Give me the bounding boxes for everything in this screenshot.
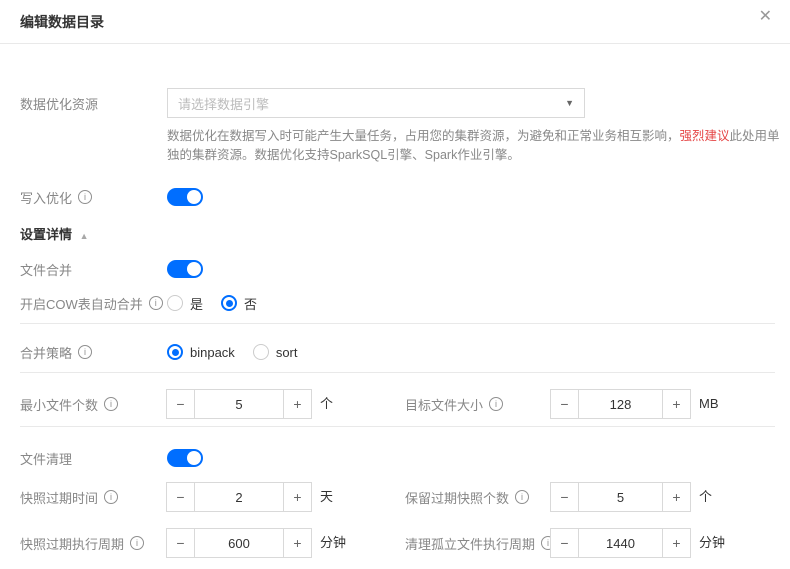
snapshot-keep-input[interactable]	[579, 483, 662, 511]
help-highlight: 强烈建议	[679, 129, 730, 143]
write-optimize-row: 写入优化 i	[20, 188, 770, 206]
orphan-cycle-unit: 分钟	[699, 535, 726, 550]
min-files-input[interactable]	[195, 390, 283, 418]
engine-select[interactable]: 请选择数据引擎 ▼	[167, 88, 585, 118]
min-files-label: 最小文件个数 i	[20, 389, 119, 419]
snapshot-keep-stepper: − +	[550, 482, 691, 512]
snapshot-keep-unit: 个	[699, 489, 713, 504]
dialog-title: 编辑数据目录	[20, 14, 104, 30]
snapshot-expire-input[interactable]	[195, 483, 283, 511]
target-size-label: 目标文件大小 i	[405, 389, 504, 419]
resource-row: 数据优化资源 请选择数据引擎 ▼	[20, 88, 770, 118]
write-optimize-toggle[interactable]	[167, 188, 203, 206]
cow-merge-radio-group: 是 否	[167, 294, 275, 313]
info-icon[interactable]: i	[515, 490, 530, 504]
info-icon[interactable]: i	[78, 345, 93, 359]
cow-option-no[interactable]: 否	[221, 294, 257, 313]
header-divider	[0, 43, 790, 44]
snapshot-cycle-input[interactable]	[195, 529, 283, 557]
info-icon[interactable]: i	[489, 397, 504, 411]
merge-strategy-radio-group: binpack sort	[167, 344, 315, 360]
help-pre: 数据优化在数据写入时可能产生大量任务，占用您的集群资源，为避免和正常业务相互影响…	[167, 129, 680, 143]
orphan-cycle-stepper: − +	[550, 528, 691, 558]
radio-icon	[221, 295, 238, 311]
write-optimize-label: 写入优化 i	[20, 188, 167, 207]
decrement-button[interactable]: −	[167, 529, 195, 557]
decrement-button[interactable]: −	[551, 483, 579, 511]
close-icon[interactable]: ✕	[759, 9, 772, 25]
min-files-stepper: − +	[166, 389, 312, 419]
resource-help-text: 数据优化在数据写入时可能产生大量任务，占用您的集群资源，为避免和正常业务相互影响…	[167, 127, 789, 165]
target-size-input[interactable]	[579, 390, 662, 418]
settings-detail-header[interactable]: 设置详情 ▲	[20, 224, 89, 243]
snapshot-cycle-stepper: − +	[166, 528, 312, 558]
cow-merge-label: 开启COW表自动合并 i	[20, 294, 167, 313]
increment-button[interactable]: +	[283, 483, 311, 511]
merge-strategy-label: 合并策略 i	[20, 343, 167, 362]
cow-option-yes[interactable]: 是	[167, 294, 203, 313]
cow-merge-row: 开启COW表自动合并 i 是 否	[20, 294, 770, 312]
snapshot-expire-label: 快照过期时间 i	[20, 482, 119, 512]
snapshot-cycle-label: 快照过期执行周期 i	[20, 528, 145, 558]
snapshot-expire-row: 快照过期时间 i − + 天 保留过期快照个数 i − + 个	[0, 482, 790, 512]
info-icon[interactable]: i	[130, 536, 145, 550]
orphan-cycle-input[interactable]	[579, 529, 662, 557]
decrement-button[interactable]: −	[551, 529, 579, 557]
min-files-unit: 个	[320, 396, 334, 411]
file-merge-label: 文件合并	[20, 262, 73, 278]
divider	[20, 323, 775, 324]
orphan-cycle-label: 清理孤立文件执行周期 i	[405, 528, 556, 558]
collapse-icon: ▲	[79, 231, 89, 241]
merge-strategy-row: 合并策略 i binpack sort	[20, 343, 770, 361]
engine-select-placeholder: 请选择数据引擎	[178, 96, 270, 112]
info-icon[interactable]: i	[104, 490, 119, 504]
target-size-stepper: − +	[550, 389, 691, 419]
min-files-target-size-row: 最小文件个数 i − + 个 目标文件大小 i − + MB	[0, 389, 790, 419]
resource-label: 数据优化资源	[20, 96, 99, 112]
edit-data-catalog-dialog: 编辑数据目录 ✕ 数据优化资源 请选择数据引擎 ▼ 数据优化在数据写入时可能产生…	[0, 0, 790, 569]
snapshot-expire-stepper: − +	[166, 482, 312, 512]
snapshot-expire-unit: 天	[320, 489, 334, 504]
strategy-option-sort[interactable]: sort	[252, 344, 297, 360]
cycle-row: 快照过期执行周期 i − + 分钟 清理孤立文件执行周期 i − + 分钟	[0, 528, 790, 558]
dropdown-arrow-icon: ▼	[565, 98, 574, 108]
divider	[20, 372, 775, 373]
decrement-button[interactable]: −	[167, 483, 195, 511]
radio-icon	[252, 344, 269, 360]
file-clean-toggle[interactable]	[167, 449, 203, 467]
snapshot-cycle-unit: 分钟	[320, 535, 347, 550]
info-icon[interactable]: i	[148, 296, 163, 310]
increment-button[interactable]: +	[662, 529, 690, 557]
file-clean-label: 文件清理	[20, 451, 73, 467]
increment-button[interactable]: +	[662, 390, 690, 418]
strategy-option-binpack[interactable]: binpack	[167, 344, 235, 360]
info-icon[interactable]: i	[104, 397, 119, 411]
info-icon[interactable]: i	[78, 190, 93, 204]
file-merge-toggle[interactable]	[167, 260, 203, 278]
increment-button[interactable]: +	[283, 529, 311, 557]
target-size-unit: MB	[699, 396, 719, 411]
file-clean-row: 文件清理	[20, 449, 770, 467]
file-merge-row: 文件合并	[20, 260, 770, 278]
increment-button[interactable]: +	[283, 390, 311, 418]
decrement-button[interactable]: −	[551, 390, 579, 418]
radio-icon	[167, 344, 183, 360]
decrement-button[interactable]: −	[167, 390, 195, 418]
snapshot-keep-label: 保留过期快照个数 i	[405, 482, 530, 512]
increment-button[interactable]: +	[662, 483, 690, 511]
divider	[20, 426, 775, 427]
radio-icon	[167, 295, 183, 311]
